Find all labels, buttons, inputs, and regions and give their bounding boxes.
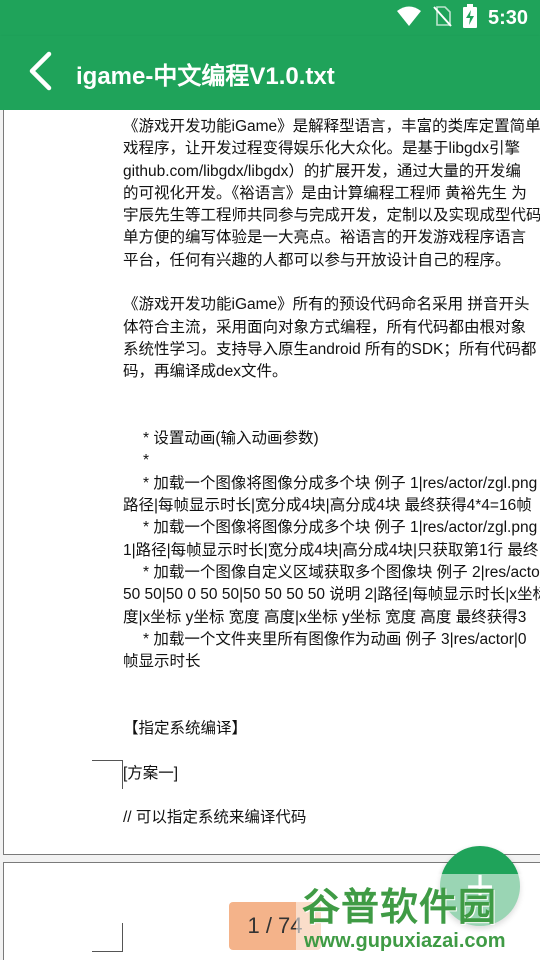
document-line xyxy=(123,673,540,695)
document-line: * xyxy=(143,452,150,470)
document-line xyxy=(123,785,540,807)
document-text: 《游戏开发功能iGame》是解释型语言，丰富的类库定置简单 戏程序，让开发过程变得… xyxy=(123,116,540,830)
document-line xyxy=(123,406,540,428)
document-line xyxy=(123,696,540,718)
no-sim-icon xyxy=(432,5,452,31)
document-line: 宇辰先生等工程师共同参与完成开发，定制以及实现成型代码 xyxy=(123,207,540,225)
document-line xyxy=(123,740,540,762)
watermark-logo: 谷普软件园 xyxy=(302,885,498,929)
watermark-url: www.gupuxiazai.com xyxy=(304,930,506,952)
document-line: 路径|每帧显示时长|宽分成4块|高分成4块 最终获得4*4=16帧 xyxy=(123,497,532,515)
document-line: 系统性学习。支持导入原生android 所有的SDK；所有代码都 xyxy=(123,340,537,358)
document-viewer[interactable]: 《游戏开发功能iGame》是解释型语言，丰富的类库定置简单 戏程序，让开发过程变得… xyxy=(0,110,540,960)
document-line xyxy=(123,384,540,406)
document-line: [方案一] xyxy=(123,764,179,782)
document-line: 戏程序，让开发过程变得娱乐化大众化。是基于libgdx引擎 xyxy=(123,140,521,158)
page-title: igame-中文编程V1.0.txt xyxy=(76,63,335,90)
document-line: github.com/libgdx/libgdx）的扩展开发，通过大量的开发编 xyxy=(123,162,521,180)
page-corner-mark xyxy=(92,923,123,952)
document-line: 度|x坐标 y坐标 宽度 高度|x坐标 y坐标 宽度 高度 最终获得3 xyxy=(123,608,527,626)
document-line: 50 50|50 0 50 50|50 50 50 50 说明 2|路径|每帧显… xyxy=(123,586,540,604)
document-line: 码，再编译成dex文件。 xyxy=(123,363,288,381)
document-line: * 加载一个图像将图像分成多个块 例子 1|res/actor/zgl.png xyxy=(143,474,538,492)
page-corner-mark xyxy=(92,760,123,789)
back-button[interactable] xyxy=(18,50,62,96)
document-line: * 加载一个图像自定义区域获取多个图像块 例子 2|res/actor xyxy=(143,563,540,581)
status-time: 5:30 xyxy=(487,6,528,29)
watermark: 谷普软件园 www.gupuxiazai.com xyxy=(296,874,540,960)
document-line: 帧显示时长 xyxy=(123,653,201,671)
document-line: 1|路径|每帧显示时长|宽分成4块|高分成4块|只获取第1行 最终 xyxy=(123,541,539,559)
document-line: * 设置动画(输入动画参数) xyxy=(143,430,319,448)
document-line: // 可以指定系统来编译代码 xyxy=(123,809,307,827)
document-line: 的可视化开发。《裕语言》是由计算编程工程师 黄裕先生 为 xyxy=(123,184,527,202)
document-line: * 加载一个文件夹里所有图像作为动画 例子 3|res/actor|0 xyxy=(143,630,527,648)
status-icons: 5:30 xyxy=(396,4,528,32)
document-line xyxy=(123,272,540,294)
document-page: 《游戏开发功能iGame》是解释型语言，丰富的类库定置简单 戏程序，让开发过程变得… xyxy=(3,110,540,855)
wifi-icon xyxy=(396,5,422,31)
document-line: 【指定系统编译】 xyxy=(123,720,248,738)
document-line: 《游戏开发功能iGame》所有的预设代码命名采用 拼音开头 xyxy=(123,296,530,314)
document-line: 单方便的编写体验是一大亮点。裕语言的开发游戏程序语言 xyxy=(123,229,527,247)
status-bar: 5:30 xyxy=(0,0,540,36)
document-line: 《游戏开发功能iGame》是解释型语言，丰富的类库定置简单 xyxy=(123,118,540,135)
back-arrow-icon xyxy=(27,51,53,95)
document-line: 平台，任何有兴趣的人都可以参与开放设计自己的程序。 xyxy=(123,251,511,269)
document-line: 体符合主流，采用面向对象方式编程，所有代码都由根对象 xyxy=(123,318,527,336)
document-line: * 加载一个图像将图像分成多个块 例子 1|res/actor/zgl.png xyxy=(143,519,538,537)
battery-charging-icon xyxy=(462,4,478,32)
app-bar: igame-中文编程V1.0.txt xyxy=(0,36,540,110)
